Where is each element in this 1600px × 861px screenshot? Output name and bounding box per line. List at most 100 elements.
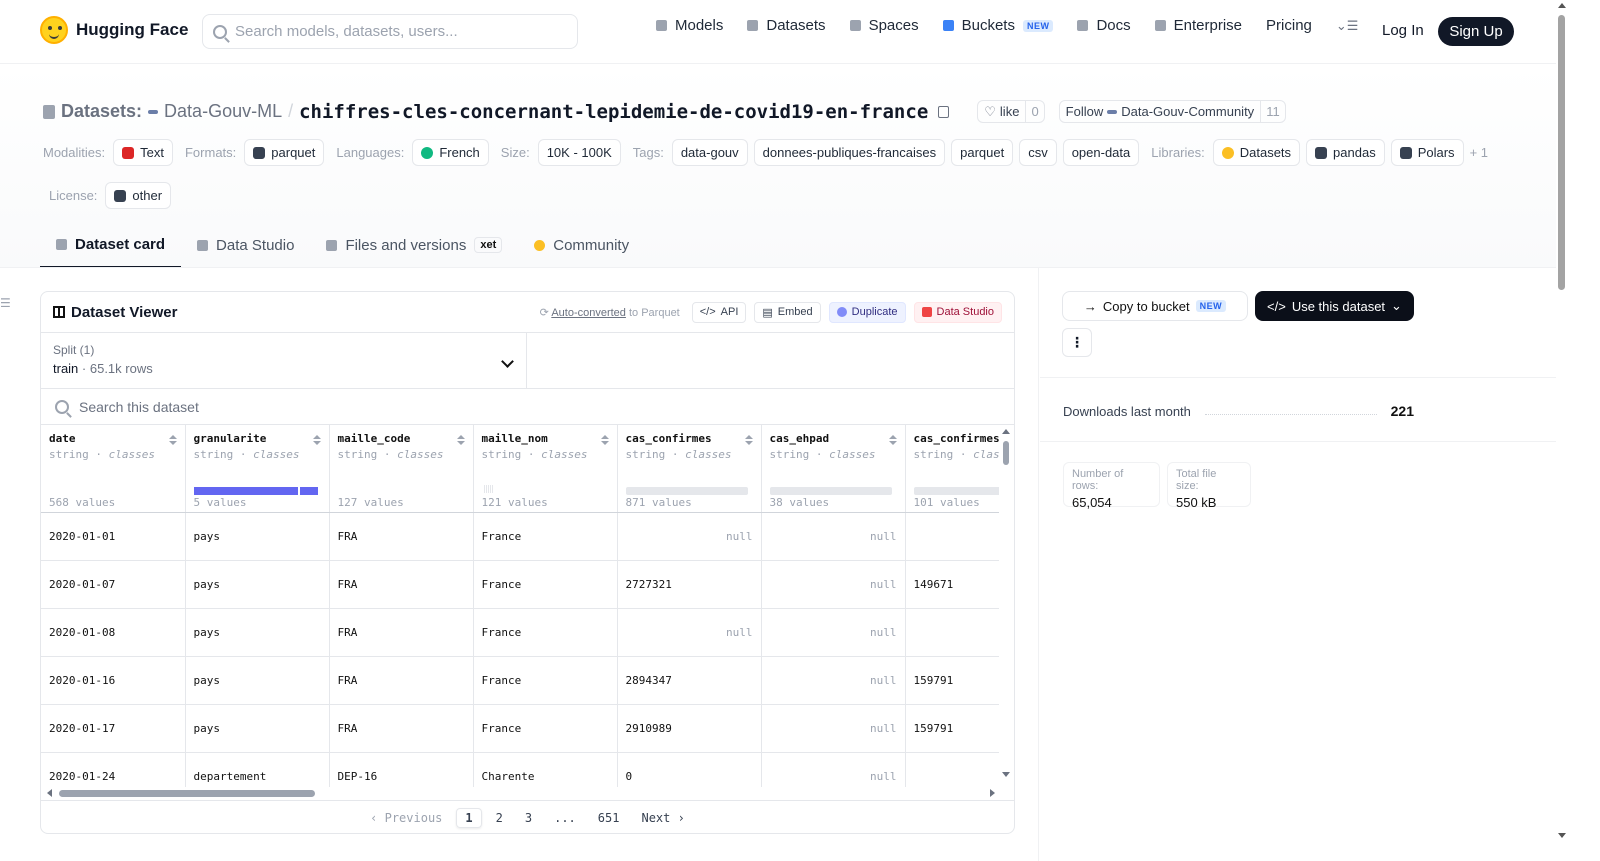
tag-language[interactable]: French xyxy=(412,139,489,166)
data-studio-button[interactable]: Data Studio xyxy=(913,301,1002,323)
auto-converted-link[interactable]: Auto-converted xyxy=(551,307,626,319)
scroll-up-icon[interactable] xyxy=(1558,3,1566,8)
table-row[interactable]: 2020-01-07 pays FRA France 2727321 null 149671 xyxy=(41,560,999,609)
page-scrollbar[interactable] xyxy=(1556,0,1568,861)
repo-name[interactable]: chiffres-cles-concernant-lepidemie-de-co… xyxy=(299,101,928,123)
follow-button[interactable]: Follow Data-Gouv-Community 11 xyxy=(1058,100,1286,123)
tag-library[interactable]: pandas xyxy=(1306,139,1385,166)
table-vertical-scrollbar[interactable] xyxy=(1002,429,1010,777)
tag-size[interactable]: 10K - 100K xyxy=(537,139,621,166)
tag-library[interactable]: Polars xyxy=(1390,139,1464,166)
tag-item[interactable]: data-gouv xyxy=(671,139,748,166)
class-distribution-bar[interactable] xyxy=(299,487,318,495)
api-button[interactable]: </> API xyxy=(691,301,747,323)
split-selector[interactable]: Split (1) train · 65.1k rows xyxy=(41,333,527,389)
column-header[interactable]: granularite string · classes 5 values xyxy=(185,425,330,513)
nav-docs[interactable]: Docs xyxy=(1077,17,1131,34)
tab-dataset-card[interactable]: Dataset card xyxy=(40,222,182,268)
scroll-down-icon[interactable] xyxy=(1558,833,1566,838)
scroll-thumb[interactable] xyxy=(1558,15,1565,290)
class-distribution-bar[interactable] xyxy=(625,487,748,495)
column-header[interactable]: cas_confirmes_ehpadstring · classes 101 v… xyxy=(905,425,999,513)
use-this-dataset-button[interactable]: </> Use this dataset ⌄ xyxy=(1255,291,1414,321)
page-button[interactable]: 3 xyxy=(517,809,540,827)
nav-enterprise[interactable]: Enterprise xyxy=(1154,17,1242,34)
table-row[interactable]: 2020-01-24 departement DEP-16 Charente 0 null xyxy=(41,752,999,787)
nav-buckets[interactable]: Buckets NEW xyxy=(942,17,1054,34)
scroll-thumb[interactable] xyxy=(59,790,315,797)
dataset-search-input[interactable] xyxy=(79,398,479,415)
scroll-left-icon[interactable] xyxy=(47,789,52,797)
sort-icon[interactable] xyxy=(888,435,897,445)
copy-icon[interactable] xyxy=(938,105,950,118)
column-header[interactable]: date string · classes 568 values xyxy=(41,425,186,513)
auto-converted-note[interactable]: ⟳ Auto-converted to Parquet xyxy=(540,306,680,319)
class-distribution-bar[interactable] xyxy=(483,485,494,493)
column-header[interactable]: cas_confirmes string · classes 871 values xyxy=(617,425,762,513)
dataset-search[interactable] xyxy=(41,389,1014,425)
column-header[interactable]: cas_ehpad string · classes 38 values xyxy=(761,425,906,513)
tag-format[interactable]: parquet xyxy=(244,139,325,166)
like-count: 0 xyxy=(1025,101,1043,122)
table-row[interactable]: 2020-01-17 pays FRA France 2910989 null 159791 xyxy=(41,704,999,753)
copy-to-bucket-button[interactable]: → Copy to bucket NEW xyxy=(1062,291,1248,321)
previous-page-button[interactable]: ‹ Previous xyxy=(362,809,450,827)
signup-button[interactable]: Sign Up xyxy=(1438,17,1514,46)
next-page-button[interactable]: Next › xyxy=(633,809,692,827)
column-header[interactable]: maille_nom string · classes 121 values xyxy=(473,425,618,513)
column-value-count: 871 values xyxy=(625,495,692,509)
more-menu-icon[interactable]: ⌄☰ xyxy=(1336,18,1359,34)
tab-data-studio[interactable]: Data Studio xyxy=(181,222,310,268)
nav-models[interactable]: Models xyxy=(656,17,723,34)
formats-label: Formats: xyxy=(184,145,237,160)
tag-item[interactable]: parquet xyxy=(951,139,1014,166)
table-row[interactable]: 2020-01-01 pays FRA France null null xyxy=(41,512,999,561)
column-name: date xyxy=(49,432,76,445)
split-name: train xyxy=(53,361,79,376)
tab-community[interactable]: Community xyxy=(518,222,645,268)
sort-icon[interactable] xyxy=(600,435,609,445)
login-link[interactable]: Log In xyxy=(1382,22,1424,39)
sort-icon[interactable] xyxy=(168,435,177,445)
scroll-down-icon[interactable] xyxy=(1002,772,1010,777)
table-row[interactable]: 2020-01-16 pays FRA France 2894347 null 159791 xyxy=(41,656,999,705)
class-distribution-bar[interactable] xyxy=(193,487,298,495)
scroll-thumb[interactable] xyxy=(1003,441,1009,465)
scroll-right-icon[interactable] xyxy=(990,789,995,797)
tag-library[interactable]: Datasets xyxy=(1212,139,1301,166)
nav-datasets[interactable]: Datasets xyxy=(747,17,826,34)
more-options-icon[interactable]: ⋮ xyxy=(1062,328,1092,357)
tab-files[interactable]: Files and versions xet xyxy=(310,222,518,268)
logo[interactable]: Hugging Face xyxy=(40,16,188,44)
global-search[interactable] xyxy=(202,14,578,49)
sort-icon[interactable] xyxy=(312,435,321,445)
nav-pricing[interactable]: Pricing xyxy=(1266,17,1312,34)
page-button[interactable]: 2 xyxy=(488,809,511,827)
tag-modality[interactable]: Text xyxy=(113,139,173,166)
class-distribution-bar[interactable] xyxy=(913,487,999,495)
scroll-up-icon[interactable] xyxy=(1002,429,1010,434)
nav-spaces[interactable]: Spaces xyxy=(849,17,919,34)
page-button[interactable]: 651 xyxy=(590,809,628,827)
tag-item[interactable]: donnees-publiques-francaises xyxy=(753,139,946,166)
table-horizontal-scrollbar[interactable] xyxy=(47,789,995,798)
embed-button[interactable]: ▤ Embed xyxy=(754,301,821,323)
metadata-tags: Modalities: Text Formats: parquet Langua… xyxy=(43,139,1523,209)
tag-license[interactable]: other xyxy=(105,182,172,209)
toc-handle-icon[interactable]: ☰ xyxy=(0,296,11,310)
global-search-input[interactable] xyxy=(235,23,555,40)
tag-item[interactable]: open-data xyxy=(1062,139,1140,166)
duplicate-button[interactable]: Duplicate xyxy=(828,301,906,323)
sort-icon[interactable] xyxy=(744,435,753,445)
tag-item[interactable]: csv xyxy=(1019,139,1057,166)
column-header[interactable]: maille_code string · classes 127 values xyxy=(329,425,474,513)
languages-label: Languages: xyxy=(336,145,405,160)
class-distribution-bar[interactable] xyxy=(769,487,892,495)
like-button[interactable]: ♡ like 0 xyxy=(977,100,1045,123)
breadcrumb-org[interactable]: Data-Gouv-ML xyxy=(164,101,282,122)
table-row[interactable]: 2020-01-08 pays FRA France null null xyxy=(41,608,999,657)
sort-icon[interactable] xyxy=(456,435,465,445)
more-libraries[interactable]: + 1 xyxy=(1470,145,1488,160)
page-button[interactable]: 1 xyxy=(456,808,482,828)
license-label: License: xyxy=(49,188,98,203)
